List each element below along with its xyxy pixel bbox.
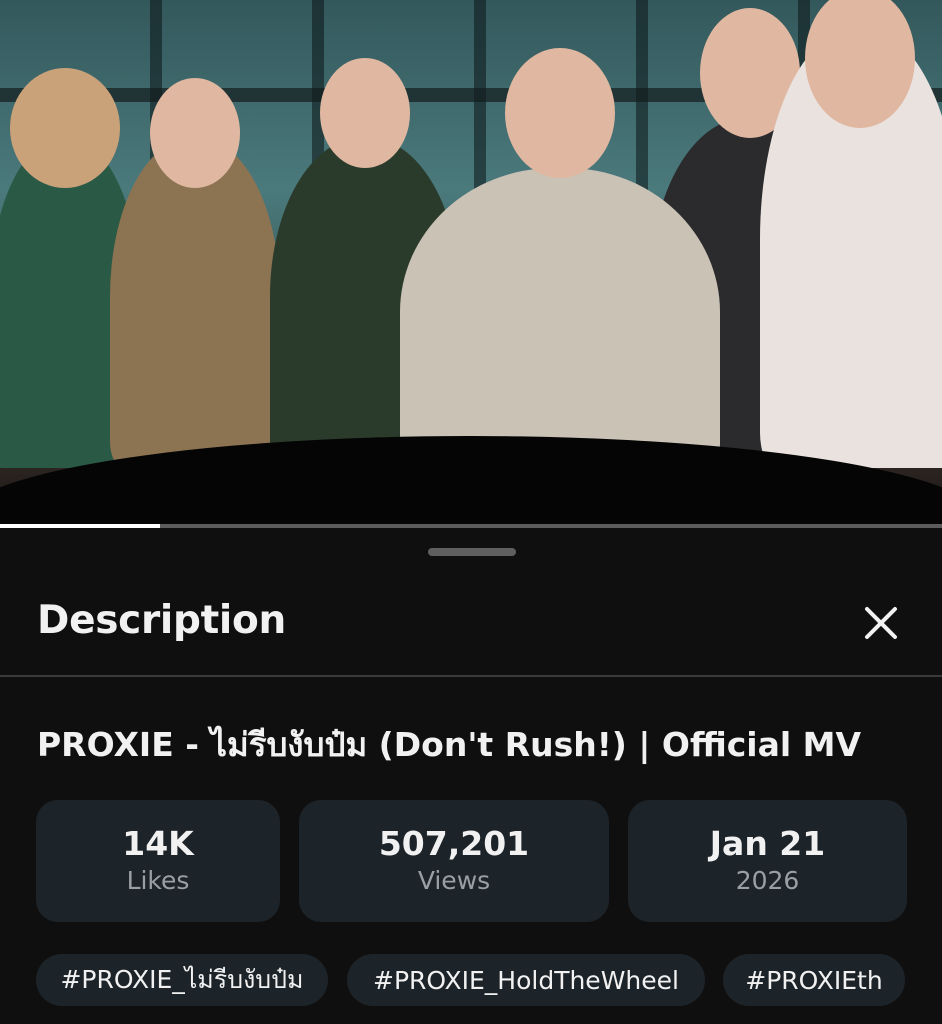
divider xyxy=(0,675,942,677)
video-person xyxy=(760,0,942,468)
video-person xyxy=(400,48,720,468)
likes-label: Likes xyxy=(126,866,190,895)
video-progress-bar[interactable] xyxy=(0,524,942,528)
hashtag-chip[interactable]: #PROXIEth xyxy=(723,954,905,1006)
date-stat: Jan 21 2026 xyxy=(628,800,907,922)
video-person xyxy=(110,78,280,468)
sheet-title: Description xyxy=(37,598,286,643)
views-count: 507,201 xyxy=(378,824,530,863)
close-button[interactable] xyxy=(856,598,906,648)
publish-year: 2026 xyxy=(735,866,800,895)
publish-date: Jan 21 xyxy=(709,824,826,863)
video-title: PROXIE - ไม่รีบงับป๋ม (Don't Rush!) | Of… xyxy=(37,725,862,764)
video-progress-fill xyxy=(0,524,161,528)
likes-stat: 14K Likes xyxy=(36,800,280,922)
description-sheet: Description PROXIE - ไม่รีบงับป๋ม (Don't… xyxy=(0,532,942,1024)
views-stat: 507,201 Views xyxy=(299,800,609,922)
likes-count: 14K xyxy=(122,824,194,863)
video-player[interactable] xyxy=(0,0,942,528)
hashtag-chip[interactable]: #PROXIE_HoldTheWheel xyxy=(347,954,705,1006)
close-icon xyxy=(865,607,897,639)
drag-handle[interactable] xyxy=(428,548,516,556)
views-label: Views xyxy=(417,866,491,895)
hashtag-chip[interactable]: #PROXIE_ไม่รีบงับป๋ม xyxy=(36,954,328,1006)
